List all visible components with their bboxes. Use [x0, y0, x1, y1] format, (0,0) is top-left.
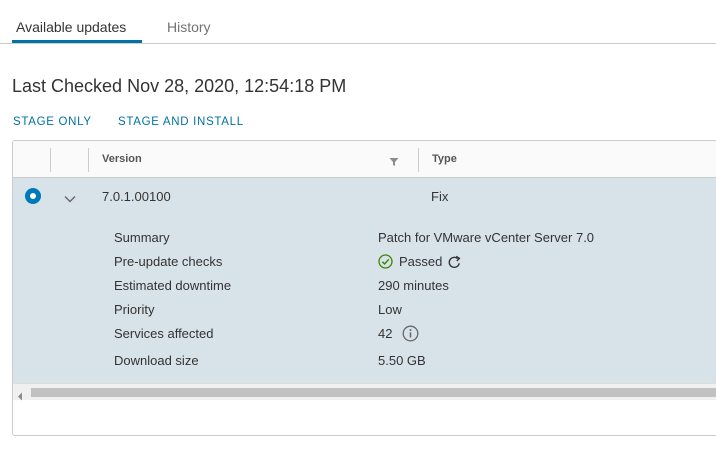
- detail-value-summary: Patch for VMware vCenter Server 7.0: [378, 230, 595, 245]
- refresh-icon[interactable]: [447, 255, 462, 275]
- row-version: 7.0.1.00100: [102, 189, 171, 204]
- detail-value-estimated-downtime: 290 minutes: [378, 278, 449, 293]
- detail-label-download-size: Download size: [114, 353, 199, 368]
- stage-and-install-button[interactable]: STAGE AND INSTALL: [118, 116, 244, 128]
- tab-available-updates[interactable]: Available updates: [16, 19, 126, 35]
- column-header-type[interactable]: Type: [432, 153, 457, 165]
- table-row[interactable]: 7.0.1.00100 Fix Summary Patch for VMware…: [13, 178, 716, 383]
- row-type: Fix: [431, 189, 449, 204]
- row-select-radio[interactable]: [25, 188, 41, 204]
- stage-only-button[interactable]: STAGE ONLY: [13, 116, 92, 128]
- column-separator: [88, 148, 89, 172]
- detail-value-priority: Low: [378, 302, 402, 317]
- tab-bar: Available updates History: [0, 0, 716, 44]
- detail-label-priority: Priority: [114, 302, 155, 317]
- detail-label-estimated-downtime: Estimated downtime: [114, 278, 232, 293]
- detail-value-services-affected: 42: [378, 326, 393, 341]
- radio-dot: [30, 193, 36, 199]
- active-tab-indicator: [12, 40, 142, 43]
- check-circle-icon: [378, 254, 393, 274]
- tab-history[interactable]: History: [167, 19, 211, 35]
- scrollbar-thumb[interactable]: [31, 388, 716, 397]
- column-separator: [50, 148, 51, 172]
- updates-grid: Version Type 7.0.1.00100 Fix Summary Pat…: [12, 140, 716, 436]
- detail-value-pre-update-checks: Passed: [399, 254, 443, 269]
- chevron-down-icon[interactable]: [64, 190, 76, 208]
- column-separator: [418, 148, 419, 172]
- detail-value-download-size: 5.50 GB: [378, 353, 426, 368]
- detail-label-summary: Summary: [114, 230, 170, 245]
- column-header-version[interactable]: Version: [102, 153, 142, 165]
- filter-icon[interactable]: [389, 154, 399, 172]
- horizontal-scrollbar[interactable]: [13, 383, 716, 401]
- grid-header: Version Type: [13, 141, 716, 178]
- last-checked-title: Last Checked Nov 28, 2020, 12:54:18 PM: [12, 76, 347, 96]
- detail-label-services-affected: Services affected: [114, 326, 214, 341]
- info-circle-icon[interactable]: [402, 325, 419, 347]
- detail-label-pre-update-checks: Pre-update checks: [114, 254, 223, 269]
- caret-left-icon[interactable]: [17, 388, 23, 406]
